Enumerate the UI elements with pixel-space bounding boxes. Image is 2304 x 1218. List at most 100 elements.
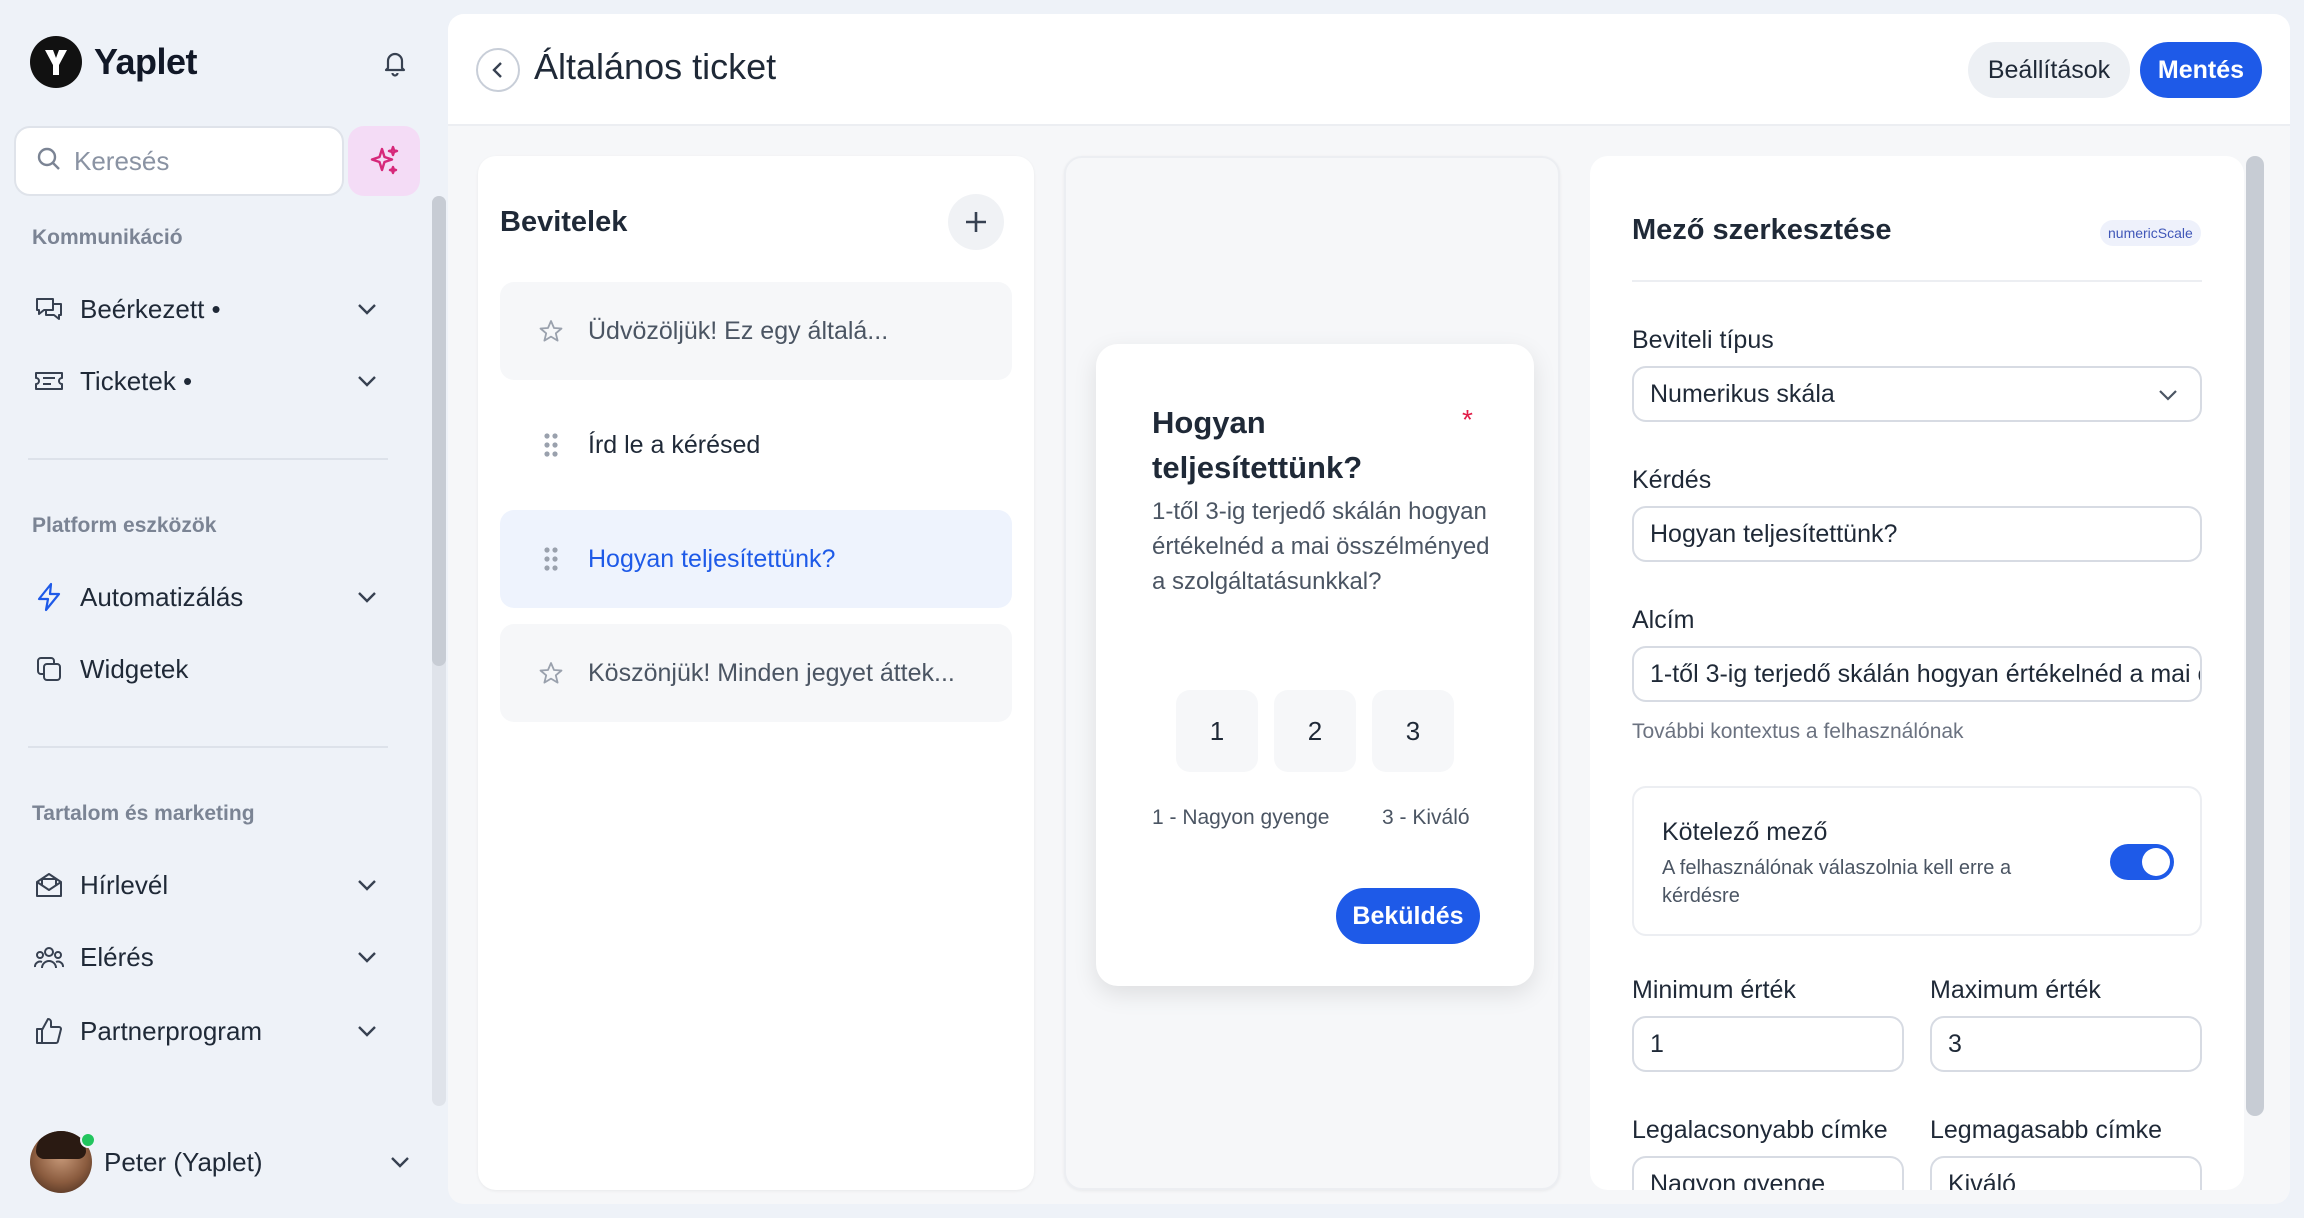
preview-question-title: Hogyan teljesítettünk? [1152,405,1363,485]
input-row-thanks[interactable]: Köszönjük! Minden jegyet áttek... [500,624,1012,722]
star-icon [536,316,566,346]
chevron-down-icon[interactable] [352,870,382,900]
low-label-label: Legalacsonyabb címke [1632,1116,1888,1144]
chevron-down-icon[interactable] [352,582,382,612]
search-input[interactable]: Keresés [14,126,344,196]
brand-name: Yaplet [94,41,198,82]
chevron-down-icon [2154,381,2182,409]
sidebar-item-label: Ticketek • [80,365,193,396]
back-button[interactable] [476,48,520,92]
required-field-title: Kötelező mező [1662,818,1828,846]
high-label-label: Legmagasabb címke [1930,1116,2163,1144]
star-icon [536,658,566,688]
question-label: Kérdés [1632,466,1712,494]
chevron-down-icon[interactable] [352,942,382,972]
sidebar: Yaplet Keresés Kommunikáció Beérkezett •… [0,0,430,1218]
input-type-label: Beviteli típus [1632,326,1774,354]
sidebar-item-reach[interactable]: Elérés [32,932,382,982]
chevron-down-icon[interactable] [385,1147,415,1177]
main-content: Általános ticket Beállítások Mentés Bevi… [448,14,2290,1204]
sidebar-divider [28,458,388,460]
sidebar-item-widgets[interactable]: Widgetek [32,644,382,694]
chevron-down-icon[interactable] [352,1016,382,1046]
user-menu[interactable]: Peter (Yaplet) [30,1130,415,1194]
settings-button[interactable]: Beállítások [1968,42,2130,98]
section-content-marketing: Tartalom és marketing [32,802,255,825]
drag-handle-icon[interactable] [536,544,566,574]
sidebar-item-newsletter[interactable]: Hírlevél [32,860,382,910]
low-label-value: Nagyon gyenge [1650,1170,1826,1190]
inputs-panel-title: Bevitelek [500,206,628,238]
chat-bubbles-icon [32,292,66,326]
input-row-rating[interactable]: Hogyan teljesítettünk? [500,510,1012,608]
inputs-panel: Bevitelek Üdvözöljük! Ez egy általá... Í… [478,156,1034,1190]
add-input-button[interactable] [948,194,1004,250]
field-editor-title: Mező szerkesztése [1632,214,1892,246]
required-toggle[interactable] [2110,844,2174,880]
subtitle-value: 1-től 3-ig terjedő skálán hogyan értékel… [1650,659,2200,688]
input-type-value: Numerikus skála [1650,379,1835,408]
chevron-down-icon[interactable] [352,366,382,396]
sidebar-item-label: Hírlevél [80,869,169,900]
low-label-input[interactable]: Nagyon gyenge [1632,1156,1904,1190]
sidebar-item-partner-program[interactable]: Partnerprogram [32,1006,382,1056]
online-status-dot [80,1132,96,1148]
scale-high-label: 3 - Kiváló [1382,806,1470,829]
save-button[interactable]: Mentés [2140,42,2262,98]
sidebar-item-label: Elérés [80,941,154,972]
editor-scrollbar[interactable] [2246,156,2264,1116]
required-field-description: A felhasználónak válaszolnia kell erre a… [1662,857,2012,907]
user-name: Peter (Yaplet) [104,1146,263,1177]
submit-button[interactable]: Beküldés [1336,888,1480,944]
envelope-icon [32,868,66,902]
ticket-icon [32,364,66,398]
input-row-request[interactable]: Írd le a kérésed [500,396,1012,494]
input-row-label: Hogyan teljesítettünk? [588,544,836,573]
input-row-label: Írd le a kérésed [588,430,761,459]
scale-option-1[interactable]: 1 [1176,690,1258,772]
search-icon [36,146,62,177]
input-row-label: Köszönjük! Minden jegyet áttek... [588,658,955,687]
sidebar-item-label: Beérkezett • [80,293,221,324]
sparkle-icon [370,145,399,175]
high-label-input[interactable]: Kiváló [1930,1156,2202,1190]
subtitle-label: Alcím [1632,606,1695,634]
lightning-icon [32,580,66,614]
required-asterisk: * [1462,404,1473,435]
subtitle-hint: További kontextus a felhasználónak [1632,720,1964,743]
field-editor-panel: Mező szerkesztése numericScale Beviteli … [1590,156,2244,1190]
sidebar-item-tickets[interactable]: Ticketek • [32,356,382,406]
yaplet-logo-icon [30,36,82,88]
max-value-input[interactable]: 3 [1930,1016,2202,1072]
chevron-down-icon[interactable] [352,294,382,324]
sidebar-item-inbox[interactable]: Beérkezett • [32,284,382,334]
input-row-welcome[interactable]: Üdvözöljük! Ez egy általá... [500,282,1012,380]
scale-option-3[interactable]: 3 [1372,690,1454,772]
users-icon [32,940,66,974]
high-label-value: Kiváló [1948,1170,2017,1190]
chevron-left-icon [492,62,502,78]
required-field-box: Kötelező mező A felhasználónak válaszoln… [1632,786,2202,936]
section-communication: Kommunikáció [32,226,183,249]
widgets-icon [32,652,66,686]
sidebar-scrollbar[interactable] [432,196,446,666]
sidebar-item-label: Automatizálás [80,581,244,612]
min-value-label: Minimum érték [1632,976,1796,1004]
question-input[interactable]: Hogyan teljesítettünk? [1632,506,2202,562]
bell-icon[interactable] [380,48,410,78]
min-value-input[interactable]: 1 [1632,1016,1904,1072]
field-type-badge: numericScale [2100,220,2201,246]
sidebar-divider [28,746,388,748]
scale-low-label: 1 - Nagyon gyenge [1152,806,1330,829]
ai-sparkle-button[interactable] [348,126,420,196]
drag-handle-icon[interactable] [536,430,566,460]
plus-icon [966,212,986,232]
page-title: Általános ticket [534,46,777,87]
editor-divider [1632,280,2202,282]
sidebar-item-automation[interactable]: Automatizálás [32,572,382,622]
input-type-select[interactable]: Numerikus skála [1632,366,2202,422]
scale-option-2[interactable]: 2 [1274,690,1356,772]
brand[interactable]: Yaplet [30,36,198,88]
section-platform-tools: Platform eszközök [32,514,217,537]
subtitle-input[interactable]: 1-től 3-ig terjedő skálán hogyan értékel… [1632,646,2202,702]
